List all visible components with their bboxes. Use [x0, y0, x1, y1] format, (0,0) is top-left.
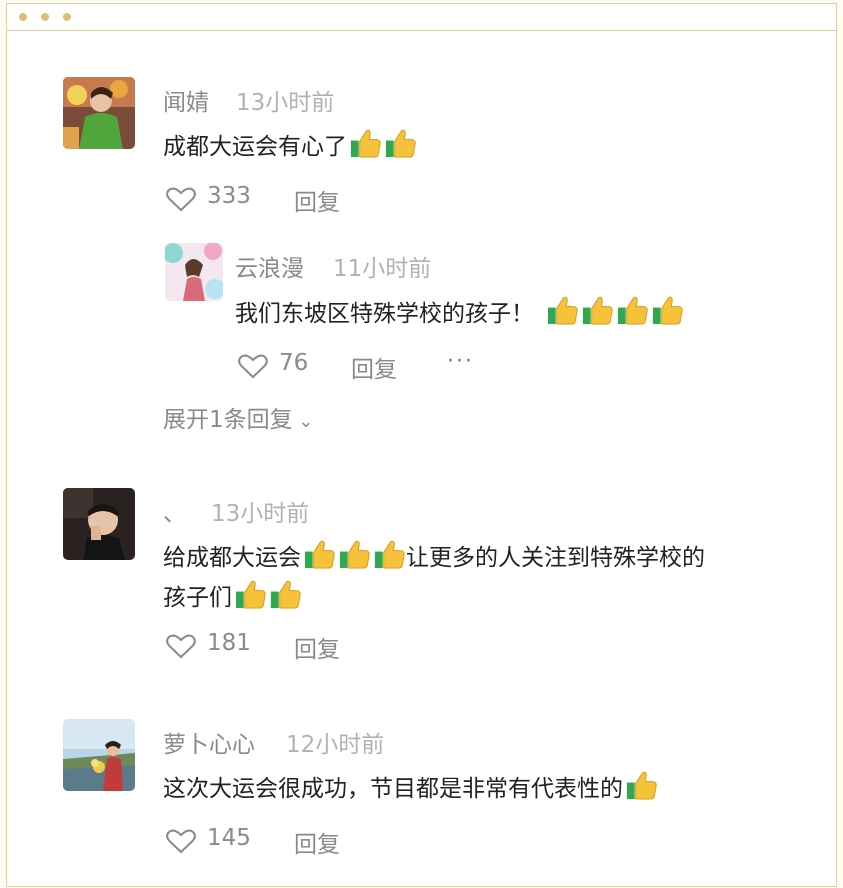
reply-text: 我们东坡区特殊学校的孩子！ — [235, 293, 835, 333]
expand-replies-link[interactable]: 展开1条回复 ⌄ — [163, 400, 313, 434]
comment-text-part: 孩子们 — [163, 585, 232, 611]
comment-timestamp: 12小时前 — [286, 732, 385, 758]
like-count: 333 — [207, 183, 251, 209]
comment-username[interactable]: 萝卜心心 — [163, 725, 255, 759]
thumbs-up-emoji-icon — [234, 577, 267, 610]
heart-outline-icon[interactable] — [238, 353, 268, 379]
comment-list: 闻婧 13小时前 成都大运会有心了 333 回复 云浪漫 11小时前 我们东坡区… — [7, 31, 836, 886]
thumbs-up-emoji-icon — [616, 293, 649, 326]
thumbs-up-emoji-icon — [373, 537, 406, 570]
window-control-dot[interactable] — [19, 13, 27, 21]
comment-text: 给成都大运会 让更多的人关注到特殊学校的孩子们 — [163, 537, 763, 617]
comment-text-body: 成都大运会有心了 — [163, 134, 347, 160]
like-count: 181 — [207, 630, 251, 656]
thumbs-up-emoji-icon — [651, 293, 684, 326]
window-control-dot[interactable] — [63, 13, 71, 21]
thumbs-up-emoji-icon — [269, 577, 302, 610]
comment-username[interactable]: 、 — [163, 494, 186, 528]
more-options-icon[interactable]: ··· — [447, 349, 474, 374]
thumbs-up-emoji-icon — [384, 126, 417, 159]
comment-text-body: 这次大运会很成功，节目都是非常有代表性的 — [163, 776, 623, 802]
avatar[interactable] — [63, 719, 135, 791]
reply-button[interactable]: 回复 — [294, 183, 340, 217]
comment-text: 这次大运会很成功，节目都是非常有代表性的 — [163, 768, 763, 808]
expand-replies-label: 展开1条回复 — [163, 407, 293, 433]
comment-text: 成都大运会有心了 — [163, 126, 763, 166]
reply-button[interactable]: 回复 — [294, 825, 340, 859]
thumbs-up-emoji-icon — [546, 293, 579, 326]
comment-timestamp: 13小时前 — [236, 90, 335, 116]
thumbs-up-emoji-icon — [349, 126, 382, 159]
heart-outline-icon[interactable] — [166, 828, 196, 854]
reply-timestamp: 11小时前 — [333, 256, 432, 282]
thumbs-up-emoji-icon — [625, 768, 658, 801]
comment-text-part: 给成都大运会 — [163, 545, 301, 571]
heart-outline-icon[interactable] — [166, 633, 196, 659]
chevron-down-icon: ⌄ — [292, 411, 314, 432]
reply-username[interactable]: 云浪漫 — [235, 249, 304, 283]
thumbs-up-emoji-icon — [303, 537, 336, 570]
reply-button[interactable]: 回复 — [351, 350, 397, 384]
like-count: 76 — [279, 350, 309, 376]
avatar[interactable] — [165, 243, 223, 301]
avatar[interactable] — [63, 77, 135, 149]
reply-button[interactable]: 回复 — [294, 630, 340, 664]
thumbs-up-emoji-icon — [581, 293, 614, 326]
reply-text-body: 我们东坡区特殊学校的孩子！ — [235, 301, 534, 327]
window-control-dot[interactable] — [41, 13, 49, 21]
thumbs-up-emoji-icon — [338, 537, 371, 570]
browser-frame: 闻婧 13小时前 成都大运会有心了 333 回复 云浪漫 11小时前 我们东坡区… — [6, 3, 837, 887]
comment-text-part: 让更多的人关注到特殊学校的 — [406, 545, 705, 571]
comment-username[interactable]: 闻婧 — [163, 83, 209, 117]
avatar[interactable] — [63, 488, 135, 560]
window-titlebar — [7, 4, 836, 31]
like-count: 145 — [207, 825, 251, 851]
heart-outline-icon[interactable] — [166, 186, 196, 212]
comment-timestamp: 13小时前 — [211, 501, 310, 527]
